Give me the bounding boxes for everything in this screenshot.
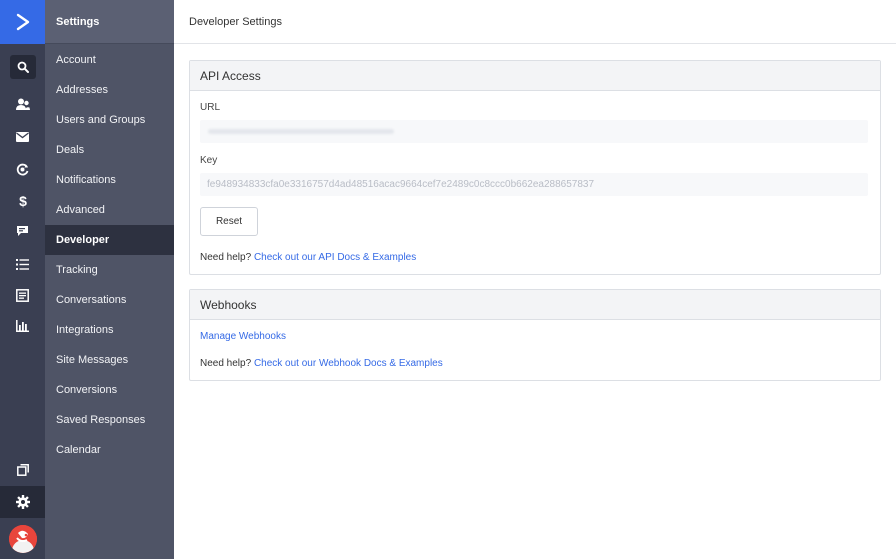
api-access-panel: API Access URL Key fe948934833cfa0e33167… (189, 60, 881, 275)
pages-icon[interactable] (0, 455, 45, 485)
api-access-title: API Access (190, 61, 880, 91)
settings-sidebar: Settings Account Addresses Users and Gro… (45, 0, 174, 559)
webhooks-title: Webhooks (190, 290, 880, 320)
sidebar-item-notifications[interactable]: Notifications (45, 165, 174, 195)
webhook-help-prefix: Need help? (200, 358, 252, 369)
sidebar-item-conversations[interactable]: Conversations (45, 285, 174, 315)
lists-icon[interactable] (0, 249, 45, 279)
key-value: fe948934833cfa0e3316757d4ad48516acac9664… (207, 179, 595, 190)
api-help-text: Need help? Check out our API Docs & Exam… (200, 252, 416, 263)
webhook-help-text: Need help? Check out our Webhook Docs & … (200, 358, 443, 369)
sidebar-item-account[interactable]: Account (45, 45, 174, 75)
main-content: Developer Settings API Access URL Key fe… (174, 0, 896, 559)
user-avatar[interactable] (9, 525, 37, 553)
page-title: Developer Settings (189, 15, 282, 28)
sidebar-item-developer[interactable]: Developer (45, 225, 174, 255)
forms-icon[interactable] (0, 280, 45, 310)
url-field[interactable] (200, 120, 868, 143)
sidebar-item-deals[interactable]: Deals (45, 135, 174, 165)
url-label: URL (200, 102, 221, 113)
search-icon[interactable] (10, 55, 36, 79)
api-docs-link[interactable]: Check out our API Docs & Examples (254, 252, 416, 263)
deals-icon[interactable]: $ (0, 185, 45, 215)
campaigns-icon[interactable] (0, 122, 45, 152)
key-field[interactable]: fe948934833cfa0e3316757d4ad48516acac9664… (200, 173, 868, 196)
sidebar-item-conversions[interactable]: Conversions (45, 375, 174, 405)
url-value-obscured (208, 129, 394, 134)
manage-webhooks-link[interactable]: Manage Webhooks (200, 331, 286, 342)
sidebar-item-calendar[interactable]: Calendar (45, 435, 174, 465)
logo-chevron-icon[interactable] (0, 0, 45, 44)
settings-gear-icon[interactable] (0, 486, 45, 518)
webhook-docs-link[interactable]: Check out our Webhook Docs & Examples (254, 358, 443, 369)
sidebar-item-advanced[interactable]: Advanced (45, 195, 174, 225)
reset-button[interactable]: Reset (200, 207, 258, 236)
sidebar-item-integrations[interactable]: Integrations (45, 315, 174, 345)
sidebar-item-users-and-groups[interactable]: Users and Groups (45, 105, 174, 135)
page-header: Developer Settings (174, 0, 896, 44)
sidebar-item-site-messages[interactable]: Site Messages (45, 345, 174, 375)
reports-icon[interactable] (0, 311, 45, 341)
conversations-icon[interactable] (0, 216, 45, 246)
webhooks-panel: Webhooks Manage Webhooks Need help? Chec… (189, 289, 881, 381)
sidebar-title: Settings (45, 0, 174, 44)
svg-text:$: $ (19, 193, 27, 208)
contacts-icon[interactable] (0, 89, 45, 119)
api-help-prefix: Need help? (200, 252, 252, 263)
sidebar-item-tracking[interactable]: Tracking (45, 255, 174, 285)
key-label: Key (200, 155, 218, 166)
automations-icon[interactable] (0, 154, 45, 184)
sidebar-item-saved-responses[interactable]: Saved Responses (45, 405, 174, 435)
sidebar-item-addresses[interactable]: Addresses (45, 75, 174, 105)
icon-rail: $ (0, 0, 45, 559)
